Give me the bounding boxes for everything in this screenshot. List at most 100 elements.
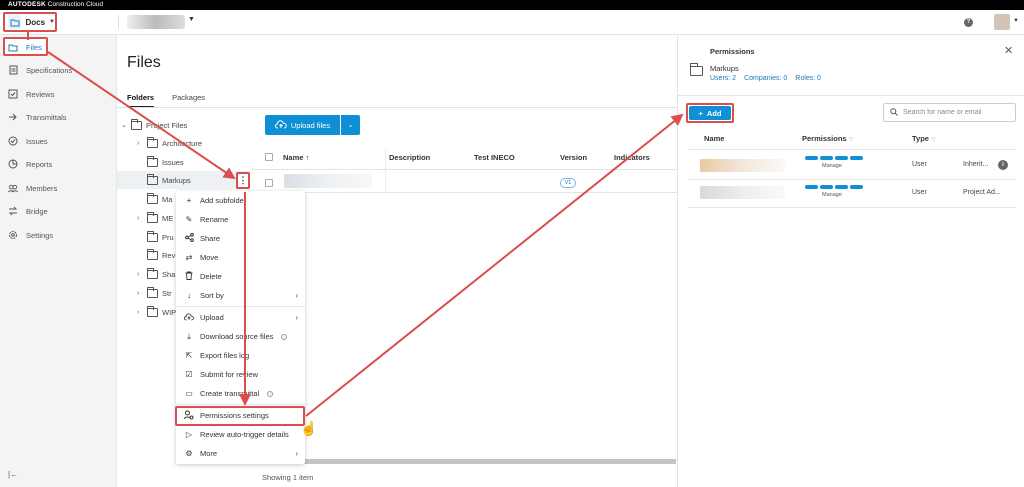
row-checkbox[interactable] xyxy=(265,179,273,187)
filter-icon[interactable]: ▽ xyxy=(849,137,854,143)
tree-item-label: Str xyxy=(162,288,172,298)
menu-item-delete[interactable]: Delete xyxy=(176,267,305,286)
menu-item-sort-by[interactable]: ↓ Sort by › xyxy=(176,286,305,305)
chevron-down-icon[interactable]: ▼ xyxy=(1013,18,1019,24)
tree-item-markups[interactable]: Markups xyxy=(137,171,191,189)
roles-count-link[interactable]: Roles: 0 xyxy=(795,75,821,82)
module-switcher-button[interactable]: Docs ▼ xyxy=(3,12,57,32)
version-badge[interactable]: V1 xyxy=(560,178,576,188)
search-input[interactable] xyxy=(903,109,1013,116)
project-selector[interactable] xyxy=(127,15,185,29)
menu-item-add-subfolder[interactable]: + Add subfolder xyxy=(176,191,305,210)
filter-icon[interactable]: ▽ xyxy=(931,137,936,143)
users-count-link[interactable]: Users: 2 xyxy=(710,75,736,82)
download-icon: ⤓ xyxy=(187,331,191,341)
tree-item[interactable]: Ma xyxy=(137,190,172,208)
sidebar-item-label: Reports xyxy=(26,159,53,169)
move-icon: ⇄ xyxy=(185,253,193,262)
tree-item-architecture[interactable]: › Architecture xyxy=(137,134,202,152)
close-icon[interactable]: ✕ xyxy=(1004,44,1013,57)
page-title: Files xyxy=(127,54,161,71)
sidebar-item-members[interactable]: Members xyxy=(0,179,117,197)
column-header-name[interactable]: Name xyxy=(704,134,724,143)
transmittal-icon xyxy=(8,112,18,122)
sidebar-item-label: Bridge xyxy=(26,206,48,216)
header-divider xyxy=(118,15,119,29)
file-name-redacted[interactable] xyxy=(284,174,372,188)
sidebar-item-reviews[interactable]: Reviews xyxy=(0,85,117,103)
column-header-description[interactable]: Description xyxy=(389,153,430,162)
main-tabs: Folders Packages xyxy=(127,93,205,108)
chevron-right-icon[interactable]: › xyxy=(137,215,147,222)
menu-item-create-transmittal[interactable]: ▭ Create transmittal i xyxy=(176,384,305,403)
plus-icon: + xyxy=(186,196,192,205)
tree-item[interactable]: › ME xyxy=(137,209,173,227)
sidebar-item-issues[interactable]: Issues xyxy=(0,132,117,150)
sidebar-item-reports[interactable]: Reports xyxy=(0,155,117,173)
member-type: User xyxy=(912,189,927,196)
horizontal-scrollbar[interactable] xyxy=(262,459,676,464)
trash-icon xyxy=(184,271,194,282)
select-all-checkbox[interactable] xyxy=(265,153,273,161)
column-header-version[interactable]: Version xyxy=(560,153,587,162)
folder-icon xyxy=(689,63,703,76)
help-icon[interactable]: ? xyxy=(964,18,973,27)
menu-item-move[interactable]: ⇄ Move xyxy=(176,248,305,267)
tree-item[interactable]: Pru xyxy=(137,228,174,246)
chevron-right-icon[interactable]: › xyxy=(137,140,147,147)
tree-item-project-files[interactable]: ⌄ Project Files xyxy=(121,116,187,134)
menu-item-download-source-files[interactable]: ⤓ Download source files i xyxy=(176,327,305,346)
upload-files-button[interactable]: Upload files xyxy=(265,115,340,135)
sidebar-item-settings[interactable]: Settings xyxy=(0,226,117,244)
column-header-test-ineco[interactable]: Test INECO xyxy=(474,153,515,162)
sidebar-item-files[interactable]: Files xyxy=(0,38,117,56)
avatar[interactable] xyxy=(994,14,1010,30)
upload-cloud-icon xyxy=(184,312,194,323)
tree-item-label: Sha xyxy=(162,269,176,279)
tree-item[interactable]: Rev xyxy=(137,246,175,264)
sidebar-item-specifications[interactable]: Specifications xyxy=(0,61,117,79)
folder-icon xyxy=(147,286,158,298)
chevron-down-icon[interactable]: ⌄ xyxy=(121,121,131,129)
tree-item[interactable]: › WIP xyxy=(137,303,176,321)
sidebar-item-bridge[interactable]: Bridge xyxy=(0,202,117,220)
menu-item-more[interactable]: ⚙ More › xyxy=(176,444,305,463)
menu-item-review-auto-trigger-details[interactable]: ▷ Review auto-trigger details xyxy=(176,425,305,444)
top-header: Docs ▼ ▼ ? ▼ xyxy=(0,10,1024,35)
column-header-indicators[interactable]: Indicators xyxy=(614,153,650,162)
chevron-down-icon[interactable]: ▼ xyxy=(188,16,195,23)
tree-item-issues[interactable]: Issues xyxy=(137,153,184,171)
permission-level-bars[interactable] xyxy=(805,156,863,160)
column-header-name[interactable]: Name ↑ xyxy=(283,153,309,162)
collapse-sidebar-icon[interactable]: |← xyxy=(8,470,18,479)
chevron-right-icon[interactable]: › xyxy=(137,271,147,278)
sidebar-item-label: Members xyxy=(26,183,58,193)
folder-more-options-button[interactable]: ⋮ xyxy=(236,172,250,189)
tab-packages[interactable]: Packages xyxy=(172,93,205,108)
sidebar-item-transmittals[interactable]: Transmittals xyxy=(0,108,117,126)
menu-item-submit-for-review[interactable]: ☑ Submit for review xyxy=(176,365,305,384)
menu-item-rename[interactable]: ✎ Rename xyxy=(176,210,305,229)
permission-level-bars[interactable] xyxy=(805,185,863,189)
menu-item-share[interactable]: Share xyxy=(176,229,305,248)
chevron-right-icon[interactable]: › xyxy=(137,309,147,316)
module-label: Docs xyxy=(25,17,46,27)
info-icon[interactable]: i xyxy=(998,160,1008,170)
tab-folders[interactable]: Folders xyxy=(127,93,155,108)
add-member-button[interactable]: + Add xyxy=(689,106,731,120)
member-search[interactable] xyxy=(883,103,1016,122)
tree-item[interactable]: › Str xyxy=(137,284,172,302)
column-header-permissions[interactable]: Permissions ▽ xyxy=(802,134,853,143)
chevron-right-icon[interactable]: › xyxy=(137,290,147,297)
left-navigation: Files Specifications Reviews Transmittal… xyxy=(0,35,117,487)
menu-item-export-files-log[interactable]: ⇱ Export files log xyxy=(176,346,305,365)
companies-count-link[interactable]: Companies: 0 xyxy=(744,75,787,82)
upload-options-dropdown[interactable]: ⌄ xyxy=(341,115,360,135)
column-header-type[interactable]: Type ▽ xyxy=(912,134,936,143)
menu-item-upload[interactable]: Upload › xyxy=(176,308,305,327)
folder-icon xyxy=(147,211,158,223)
review-icon xyxy=(8,89,18,99)
tree-item[interactable]: › Sha xyxy=(137,265,175,283)
sort-ascending-icon: ↑ xyxy=(305,153,310,162)
panel-folder-name: Markups xyxy=(710,64,739,73)
